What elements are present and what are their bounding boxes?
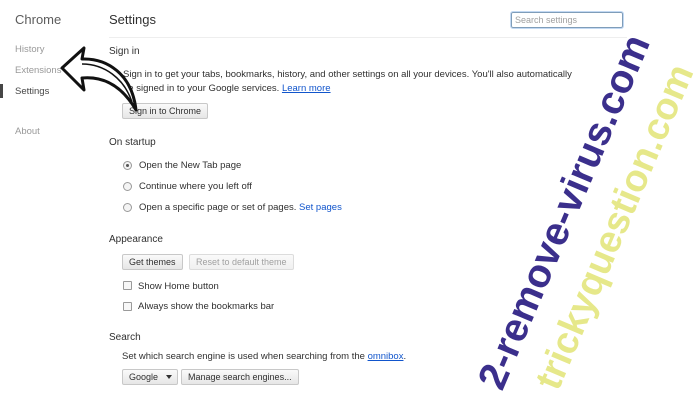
omnibox-link[interactable]: omnibox <box>368 351 404 362</box>
manage-search-engines-button[interactable]: Manage search engines... <box>181 369 299 385</box>
page-title: Settings <box>109 12 156 27</box>
sign-in-to-chrome-button[interactable]: Sign in to Chrome <box>122 103 209 119</box>
sidebar-item-history[interactable]: History <box>15 44 45 55</box>
search-description: Set which search engine is used when sea… <box>122 351 406 362</box>
radio-label-open-new-tab: Open the New Tab page <box>139 160 242 171</box>
reset-default-theme-button[interactable]: Reset to default theme <box>189 254 294 270</box>
search-description-end: . <box>403 351 407 362</box>
search-settings-input[interactable] <box>510 11 624 29</box>
sign-in-description-line2: be signed in to your Google services. Le… <box>123 83 331 94</box>
checkbox-show-bookmarks-bar[interactable] <box>123 302 132 311</box>
search-description-text: Set which search engine is used when sea… <box>122 351 365 362</box>
radio-open-new-tab[interactable] <box>123 161 132 170</box>
search-engine-value: Google <box>129 372 159 382</box>
radio-open-specific-pages[interactable] <box>123 203 132 212</box>
sidebar-item-settings[interactable]: Settings <box>15 86 49 97</box>
sidebar: Chrome History Extensions Settings About <box>0 0 92 394</box>
header-divider <box>109 37 627 38</box>
radio-continue-where-left[interactable] <box>123 182 132 191</box>
sidebar-item-about[interactable]: About <box>15 126 40 137</box>
sidebar-item-extensions[interactable]: Extensions <box>15 65 61 76</box>
radio-label-open-specific-pages: Open a specific page or set of pages. Se… <box>139 202 342 213</box>
watermark: trickyquestion.com 2-remove-virus.com <box>470 28 700 394</box>
radio-label-open-specific-pages-text: Open a specific page or set of pages. <box>139 202 297 213</box>
active-nav-marker <box>0 84 3 98</box>
watermark-text-primary: 2-remove-virus.com <box>470 28 659 394</box>
brand-title: Chrome <box>15 12 62 27</box>
section-title-sign-in: Sign in <box>109 46 140 57</box>
watermark-text-secondary: trickyquestion.com <box>528 58 700 394</box>
search-engine-select[interactable]: Google <box>122 369 178 385</box>
radio-label-continue-where-left: Continue where you left off <box>139 181 252 192</box>
section-title-search: Search <box>109 332 141 343</box>
checkbox-label-show-bookmarks-bar: Always show the bookmarks bar <box>138 301 275 312</box>
checkbox-show-home-button[interactable] <box>123 281 132 290</box>
checkbox-label-show-home-button: Show Home button <box>138 281 219 292</box>
chevron-down-icon <box>166 375 172 379</box>
learn-more-link[interactable]: Learn more <box>282 83 331 94</box>
get-themes-button[interactable]: Get themes <box>122 254 183 270</box>
section-title-on-startup: On startup <box>109 137 156 148</box>
set-pages-link[interactable]: Set pages <box>299 202 342 213</box>
section-title-appearance: Appearance <box>109 234 163 245</box>
sign-in-description-text: be signed in to your Google services. <box>123 83 280 94</box>
sign-in-description-line1: Sign in to get your tabs, bookmarks, his… <box>123 69 572 80</box>
